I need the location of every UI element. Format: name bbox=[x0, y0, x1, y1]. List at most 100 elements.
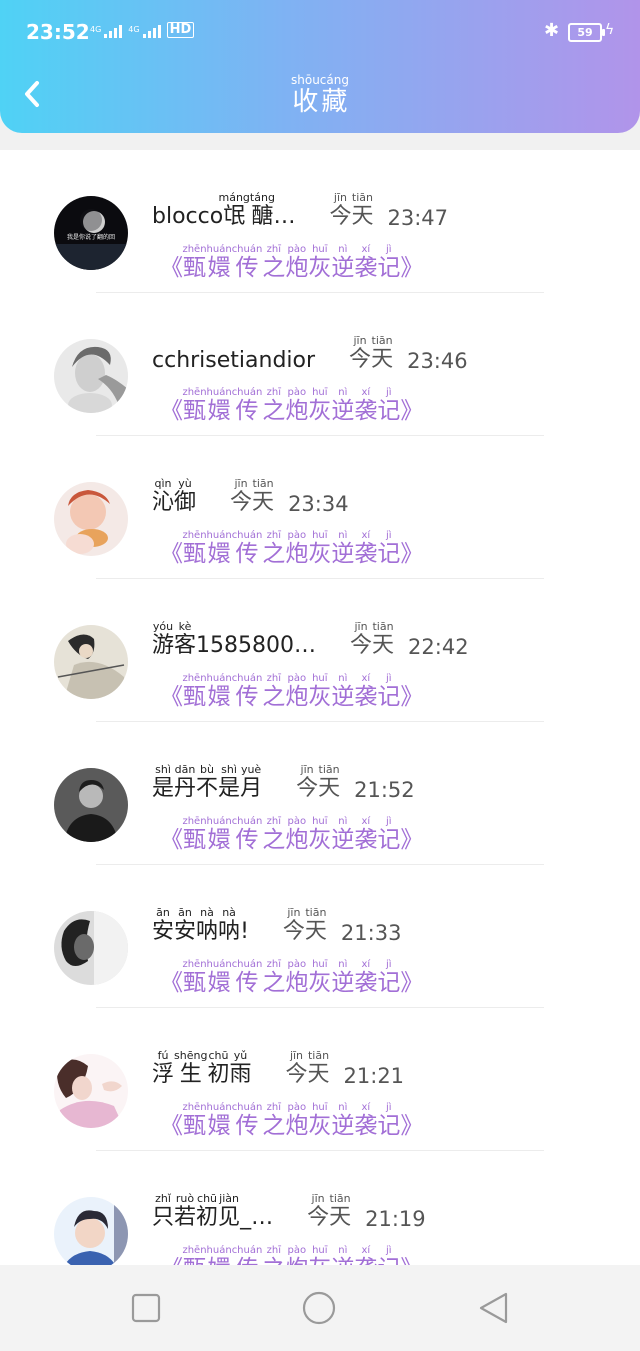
ruby-char: 丹dān bbox=[174, 763, 197, 801]
timestamp: 21:19 bbox=[365, 1207, 426, 1231]
avatar[interactable] bbox=[54, 339, 128, 413]
avatar[interactable] bbox=[54, 1197, 128, 1265]
ruby-char: 初chū bbox=[196, 1192, 219, 1230]
recent-apps-button[interactable] bbox=[129, 1291, 163, 1325]
ruby-char: 传chuán bbox=[231, 1102, 263, 1139]
ruby-char: 今jīn bbox=[285, 1049, 308, 1087]
ruby-char: 灰huī bbox=[308, 816, 332, 853]
avatar[interactable] bbox=[54, 768, 128, 842]
list-item[interactable]: 沁qìn御yù 今jīn天tiān 23:34 《甄zhēn嬛huán传chuán之z… bbox=[0, 436, 640, 579]
ruby-char: 灰huī bbox=[308, 673, 332, 710]
ruby-char: 若ruò bbox=[174, 1192, 197, 1230]
avatar-caption: 我是你说了翻的回 bbox=[67, 233, 115, 241]
ruby-char: 炮pào bbox=[285, 244, 309, 281]
ruby-char: 天tiān bbox=[307, 1049, 330, 1087]
plain-text: 》 bbox=[400, 827, 424, 853]
ruby-char: 袭xí bbox=[354, 387, 378, 424]
ruby-char: 醣táng bbox=[249, 191, 275, 229]
status-time: 23:52 bbox=[26, 20, 90, 44]
date-label: 今jīn天tiān bbox=[329, 191, 373, 230]
avatar[interactable] bbox=[54, 1054, 128, 1128]
ruby-char: 今jīn bbox=[307, 1192, 330, 1230]
avatar[interactable]: 我是你说了翻的回 bbox=[54, 196, 128, 270]
user-name[interactable]: 安ān安ān呐nà呐nà! bbox=[152, 906, 249, 945]
ruby-char: 甄zhēn bbox=[182, 1102, 207, 1139]
plain-text: blocco bbox=[152, 204, 224, 229]
ruby-char: 之zhī bbox=[262, 387, 286, 424]
story-title-link[interactable]: 《甄zhēn嬛huán传chuán之zhī炮pào灰huī逆nì袭xí记jì》 bbox=[160, 1245, 423, 1265]
item-header: 沁qìn御yù 今jīn天tiān 23:34 bbox=[152, 477, 349, 516]
ruby-char: 记jì bbox=[377, 387, 401, 424]
back-nav-button[interactable] bbox=[476, 1291, 510, 1325]
timestamp: 21:21 bbox=[343, 1064, 405, 1088]
list-item[interactable]: 安ān安ān呐nà呐nà! 今jīn天tiān 21:33 《甄zhēn嬛huán传c… bbox=[0, 865, 640, 1008]
story-title-link[interactable]: 《甄zhēn嬛huán传chuán之zhī炮pào灰huī逆nì袭xí记jì》 bbox=[160, 387, 423, 425]
list-item[interactable]: 游yóu客kè1585800… 今jīn天tiān 22:42 《甄zhēn嬛huán… bbox=[0, 579, 640, 722]
story-title-link[interactable]: 《甄zhēn嬛huán传chuán之zhī炮pào灰huī逆nì袭xí记jì》 bbox=[160, 673, 423, 711]
ruby-char: 之zhī bbox=[262, 1102, 286, 1139]
ruby-char: 炮pào bbox=[285, 959, 309, 996]
page-title-text: 收shōu藏cáng bbox=[291, 73, 349, 117]
ruby-char: 逆nì bbox=[331, 387, 355, 424]
signal-indicators: 4G 4G HD bbox=[90, 22, 195, 38]
ruby-char: 袭xí bbox=[354, 244, 378, 281]
list-item[interactable]: 只zhǐ若ruò初chū见jiàn_… 今jīn天tiān 21:19 《甄zhēn嬛… bbox=[0, 1151, 640, 1265]
user-name[interactable]: 是shì丹dān不bù是shì月yuè bbox=[152, 763, 263, 802]
story-title-link[interactable]: 《甄zhēn嬛huán传chuán之zhī炮pào灰huī逆nì袭xí记jì》 bbox=[160, 1102, 423, 1140]
ruby-char: 之zhī bbox=[262, 530, 286, 567]
user-name[interactable]: 游yóu客kè1585800… bbox=[152, 620, 317, 659]
story-title-link[interactable]: 《甄zhēn嬛huán传chuán之zhī炮pào灰huī逆nì袭xí记jì》 bbox=[160, 816, 423, 854]
battery-icon: 59 bbox=[568, 23, 605, 42]
ruby-char: 月yuè bbox=[240, 763, 263, 801]
timestamp: 23:34 bbox=[288, 492, 349, 516]
ruby-char: 袭xí bbox=[354, 1245, 378, 1265]
ruby-char: 客kè bbox=[174, 620, 197, 658]
avatar[interactable] bbox=[54, 911, 128, 985]
ruby-char: 灰huī bbox=[308, 1245, 332, 1265]
date-label: 今jīn天tiān bbox=[230, 477, 275, 516]
avatar[interactable] bbox=[54, 625, 128, 699]
plain-text: ! bbox=[240, 919, 249, 944]
list-item[interactable]: 是shì丹dān不bù是shì月yuè 今jīn天tiān 21:52 《甄zhēn嬛… bbox=[0, 722, 640, 865]
ruby-char: 游yóu bbox=[152, 620, 175, 658]
ruby-char: 之zhī bbox=[262, 673, 286, 710]
ruby-char: 炮pào bbox=[285, 673, 309, 710]
story-title-link[interactable]: 《甄zhēn嬛huán传chuán之zhī炮pào灰huī逆nì袭xí记jì》 bbox=[160, 530, 423, 568]
user-name[interactable]: cchrisetiandior bbox=[152, 348, 315, 373]
ruby-char: 天tiān bbox=[252, 477, 275, 515]
ruby-char: 今jīn bbox=[329, 191, 352, 229]
story-title-link[interactable]: 《甄zhēn嬛huán传chuán之zhī炮pào灰huī逆nì袭xí记jì》 bbox=[160, 244, 423, 282]
user-name[interactable]: blocco氓máng醣táng… bbox=[152, 191, 296, 230]
network-type-1: 4G bbox=[90, 25, 102, 34]
date-label: 今jīn天tiān bbox=[285, 1049, 330, 1088]
ruby-char: 灰huī bbox=[308, 387, 332, 424]
ruby-char: 逆nì bbox=[331, 1245, 355, 1265]
home-button[interactable] bbox=[302, 1291, 336, 1325]
ruby-char: 安ān bbox=[152, 906, 175, 944]
ruby-char: 天tiān bbox=[372, 620, 395, 658]
list-item[interactable]: 我是你说了翻的回 blocco氓máng醣táng… 今jīn天tiān 23:47 《… bbox=[0, 150, 640, 293]
plain-text: 》 bbox=[400, 684, 424, 710]
plain-text: 》 bbox=[400, 1256, 423, 1265]
user-name[interactable]: 浮fú生shēng初chū雨yǔ bbox=[152, 1049, 252, 1088]
ruby-char: 呐nà bbox=[218, 906, 241, 944]
plain-text: 1585800… bbox=[196, 633, 317, 658]
ruby-char: 逆nì bbox=[331, 816, 355, 853]
ruby-char: 雨yǔ bbox=[229, 1049, 252, 1087]
ruby-char: 藏cáng bbox=[319, 73, 349, 117]
user-name[interactable]: 沁qìn御yù bbox=[152, 477, 196, 516]
favorites-list: 我是你说了翻的回 blocco氓máng醣táng… 今jīn天tiān 23:47 《… bbox=[0, 150, 640, 1265]
story-title-link[interactable]: 《甄zhēn嬛huán传chuán之zhī炮pào灰huī逆nì袭xí记jì》 bbox=[160, 959, 423, 997]
user-name[interactable]: 只zhǐ若ruò初chū见jiàn_… bbox=[152, 1192, 273, 1231]
list-item[interactable]: cchrisetiandior 今jīn天tiān 23:46 《甄zhēn嬛huán… bbox=[0, 293, 640, 436]
plain-text: … bbox=[273, 204, 296, 229]
ruby-char: 是shì bbox=[218, 763, 241, 801]
ruby-char: 灰huī bbox=[308, 959, 332, 996]
plain-text: 《 bbox=[160, 1113, 183, 1139]
item-header: 浮fú生shēng初chū雨yǔ 今jīn天tiān 21:21 bbox=[152, 1049, 405, 1088]
ruby-char: 只zhǐ bbox=[152, 1192, 175, 1230]
avatar[interactable] bbox=[54, 482, 128, 556]
ruby-char: 天tiān bbox=[318, 763, 341, 801]
list-item[interactable]: 浮fú生shēng初chū雨yǔ 今jīn天tiān 21:21 《甄zhēn嬛huá… bbox=[0, 1008, 640, 1151]
ruby-char: 袭xí bbox=[354, 1102, 378, 1139]
